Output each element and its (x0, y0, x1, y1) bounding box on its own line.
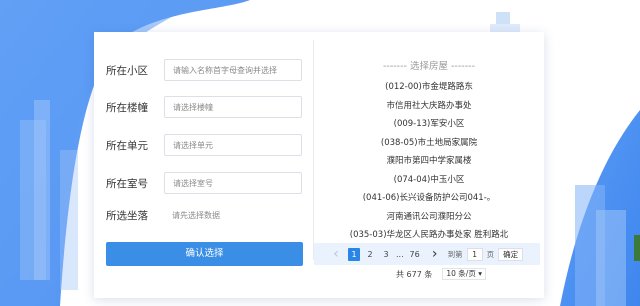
house-list-item[interactable]: (041-06)长兴设备防护公司041-。 (314, 189, 544, 208)
page-size-select[interactable]: 10 条/页 ▾ (442, 268, 486, 280)
house-panel-title: ------- 选择房屋 ------- (382, 61, 476, 72)
house-list-item[interactable]: 濮阳市第四中学家属楼 (314, 152, 544, 171)
location-value: 请先选择数据 (172, 210, 220, 220)
page-button-1[interactable]: 1 (348, 247, 360, 261)
total-count: 共 677 条 (396, 269, 433, 279)
goto-confirm-button[interactable]: 确定 (498, 247, 524, 261)
location-label: 所选坐落 (106, 209, 148, 222)
goto-page-input[interactable]: 1 (466, 247, 483, 261)
page-button-2[interactable]: 2 (364, 248, 376, 261)
confirm-button[interactable]: 确认选择 (106, 242, 303, 266)
side-edge-marker (634, 235, 640, 261)
house-list-item[interactable]: (009-13)军安小区 (314, 115, 544, 134)
building-label: 所在楼幢 (106, 101, 148, 114)
page-button-3[interactable]: 3 (380, 248, 392, 261)
community-row: 所在小区 (106, 59, 302, 81)
house-list-item[interactable]: 河南通讯公司濮阳分公 (314, 208, 544, 227)
room-label: 所在室号 (106, 177, 148, 190)
house-panel: ------- 选择房屋 ------- (012-00)市金堤路路东 市信用社… (314, 32, 544, 298)
community-input[interactable] (164, 59, 302, 81)
unit-row: 所在单元 (106, 134, 302, 156)
pagination-info: 共 677 条 10 条/页 ▾ (396, 268, 486, 280)
house-list-item[interactable]: (074-04)中玉小区 (314, 171, 544, 190)
house-list-item[interactable]: (035-03)华龙区人民路办事处家 胜利路北 (314, 226, 544, 245)
room-row: 所在室号 (106, 172, 302, 194)
page-button-last[interactable]: 76 (408, 248, 422, 261)
community-label: 所在小区 (106, 64, 148, 77)
selection-form: 所在小区 所在楼幢 所在单元 所在室号 所选坐落 请先选择数据 确认选择 (94, 32, 314, 298)
unit-label: 所在单元 (106, 139, 148, 152)
house-list-item[interactable]: (038-05)市土地局家属院 (314, 134, 544, 153)
pagination-bar: ‹ 1 2 3 ... 76 › 到第 1 页 确定 (314, 243, 540, 265)
house-list: (012-00)市金堤路路东 市信用社大庆路办事处 (009-13)军安小区 (… (314, 78, 544, 245)
house-list-item[interactable]: 市信用社大庆路办事处 (314, 97, 544, 116)
unit-select[interactable] (164, 134, 302, 156)
page-ellipsis[interactable]: ... (396, 250, 404, 259)
room-select[interactable] (164, 172, 302, 194)
goto-label: 到第 (447, 249, 463, 259)
building-select[interactable] (164, 96, 302, 118)
next-page-icon[interactable]: › (428, 246, 442, 262)
house-list-item[interactable]: (012-00)市金堤路路东 (314, 78, 544, 97)
building-row: 所在楼幢 (106, 96, 302, 118)
page-unit-label: 页 (486, 249, 495, 259)
location-row: 所选坐落 请先选择数据 (106, 204, 220, 226)
house-selection-card: 所在小区 所在楼幢 所在单元 所在室号 所选坐落 请先选择数据 确认选择 ---… (94, 32, 544, 298)
prev-page-icon[interactable]: ‹ (328, 246, 344, 262)
